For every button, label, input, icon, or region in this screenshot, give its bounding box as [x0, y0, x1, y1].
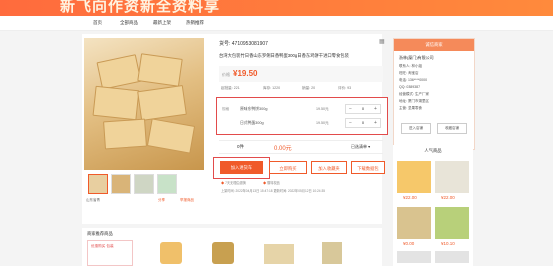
shop-mode: 经营模式: 生产厂家: [399, 92, 429, 96]
popular-item-image[interactable]: [435, 251, 469, 263]
shop-name[interactable]: 浙林(厦门)有限公司: [399, 55, 434, 61]
download-data-button[interactable]: 下载数据包: [351, 161, 385, 174]
recommended-tag: 优惠购买 包装: [91, 244, 114, 248]
shop-header: 诚信商家: [394, 39, 474, 51]
spec-price: 19.50元: [316, 107, 329, 111]
popular-item-price: ¥10.10: [441, 241, 455, 246]
top-banner: 新飞向作资新全资料享: [0, 0, 553, 16]
gift-icon: ◆: [263, 181, 267, 185]
recommended-section: 商家推荐商品 优惠购买 包装: [82, 228, 382, 266]
recommended-item[interactable]: [212, 242, 234, 264]
stat-min-order: 起批量: 221: [221, 86, 240, 90]
main-nav: 首页 全部商品 最新上架 热销推荐: [0, 16, 553, 31]
quantity-stepper: − 0 +: [345, 104, 381, 114]
popular-item-price: ¥0.00: [403, 241, 415, 246]
stat-reviews: 评价: 93: [338, 86, 352, 90]
popular-title: 人气商品: [424, 148, 442, 153]
product-main-image: [84, 38, 204, 170]
spec-title: 规格: [222, 107, 230, 111]
listing-times: 上架时间: 2022年04月13日 15:47:18 更新时间: 2022年05…: [221, 189, 326, 193]
price-label: 价格: [222, 72, 230, 77]
popular-item-image[interactable]: [397, 161, 431, 193]
spec-row: 原味东鸭饼300g 19.50元 − 0 +: [237, 104, 382, 115]
stat-stock: 库存: 1220: [263, 86, 281, 90]
buy-now-button[interactable]: 立即购买: [269, 161, 307, 174]
increment-button[interactable]: +: [371, 119, 380, 127]
total-quantity: 0件: [237, 144, 245, 149]
shop-wangwang: 旺旺: 淘宝店: [399, 71, 419, 75]
share-link[interactable]: 分享: [158, 198, 165, 203]
price-block: 价格 ¥19.50: [219, 66, 383, 82]
stat-sales: 销量: 20: [302, 86, 316, 90]
add-to-cart-button[interactable]: 加入进货车: [220, 161, 263, 174]
add-favorite-button[interactable]: 加入收藏夹: [311, 161, 347, 174]
favorite-shop-button[interactable]: 收藏店铺: [437, 123, 467, 134]
popular-item-image[interactable]: [435, 207, 469, 239]
product-price: ¥19.50: [233, 69, 258, 78]
popular-item-price: ¥22.00: [403, 195, 417, 200]
spec-row: 日式鸭蛋300g 19.50元 − 0 +: [237, 118, 382, 129]
shield-icon: ◆: [221, 181, 225, 185]
gift-badge: ◆ 赠特权品: [263, 181, 280, 185]
decrement-button[interactable]: −: [346, 105, 355, 113]
qrcode-icon[interactable]: ▦: [379, 38, 385, 45]
thumbnail-1[interactable]: [88, 174, 108, 194]
spec-name: 原味东鸭饼300g: [240, 107, 268, 111]
popular-products: 人气商品 ¥22.00 ¥22.00 ¥0.00 ¥10.10: [393, 145, 473, 266]
shop-main-business: 主营: 坚果零食: [399, 106, 422, 110]
popular-item-image[interactable]: [397, 251, 431, 263]
recommended-item[interactable]: [264, 244, 294, 264]
service-badge: ◆ 7天无理由退换: [221, 181, 246, 185]
product-sku: 货号: 4710953081907: [219, 41, 268, 47]
spec-name: 日式鸭蛋300g: [240, 121, 264, 125]
nav-home[interactable]: 首页: [93, 20, 102, 26]
quantity-value[interactable]: 0: [358, 119, 368, 127]
recommended-title: 商家推荐商品: [87, 231, 113, 236]
shop-card: 诚信商家 浙林(厦门)有限公司 联系人: 林小姐 旺旺: 淘宝店 电话: 136…: [393, 38, 475, 150]
product-title: 台湾大包装竹日香山东罗俐日香鸭蛋300g日香东鸡饼干进口零食包装: [219, 53, 349, 58]
thumbnail-3[interactable]: [134, 174, 154, 194]
thumbnail-4[interactable]: [157, 174, 177, 194]
increment-button[interactable]: +: [371, 105, 380, 113]
popular-item-price: ¥22.00: [441, 195, 455, 200]
quantity-stepper: − 0 +: [345, 118, 381, 128]
spec-price: 19.50元: [316, 121, 329, 125]
enter-shop-button[interactable]: 进入店铺: [401, 123, 431, 134]
shop-qq: QQ: 0389387: [399, 85, 421, 89]
product-origin: 山东省青: [86, 198, 100, 202]
nav-new-arrivals[interactable]: 最新上架: [153, 20, 171, 26]
decrement-button[interactable]: −: [346, 119, 355, 127]
report-link[interactable]: 举报商品: [180, 198, 194, 203]
popular-item-image[interactable]: [397, 207, 431, 239]
thumbnail-2[interactable]: [111, 174, 131, 194]
nav-all-products[interactable]: 全部商品: [120, 20, 138, 26]
quantity-value[interactable]: 0: [358, 105, 368, 113]
order-summary: 0件 0.00元 已选清单 ▾: [219, 140, 383, 154]
recommended-item[interactable]: [322, 242, 342, 264]
popular-item-image[interactable]: [435, 161, 469, 193]
shop-address: 地址: 厦门市湖里区: [399, 99, 429, 103]
recommended-item[interactable]: 优惠购买 包装: [87, 240, 133, 266]
spec-selector: 规格 原味东鸭饼300g 19.50元 − 0 + 日式鸭蛋300g 19.50…: [216, 97, 388, 135]
shop-contact: 联系人: 林小姐: [399, 64, 422, 68]
selected-list-toggle[interactable]: 已选清单 ▾: [351, 144, 370, 150]
shop-phone: 电话: 136****0000: [399, 78, 428, 82]
total-price: 0.00元: [274, 146, 292, 152]
recommended-item[interactable]: [160, 242, 182, 264]
banner-headline: 新飞向作资新全资料享: [60, 0, 221, 15]
nav-hot-sales[interactable]: 热销推荐: [186, 20, 204, 26]
